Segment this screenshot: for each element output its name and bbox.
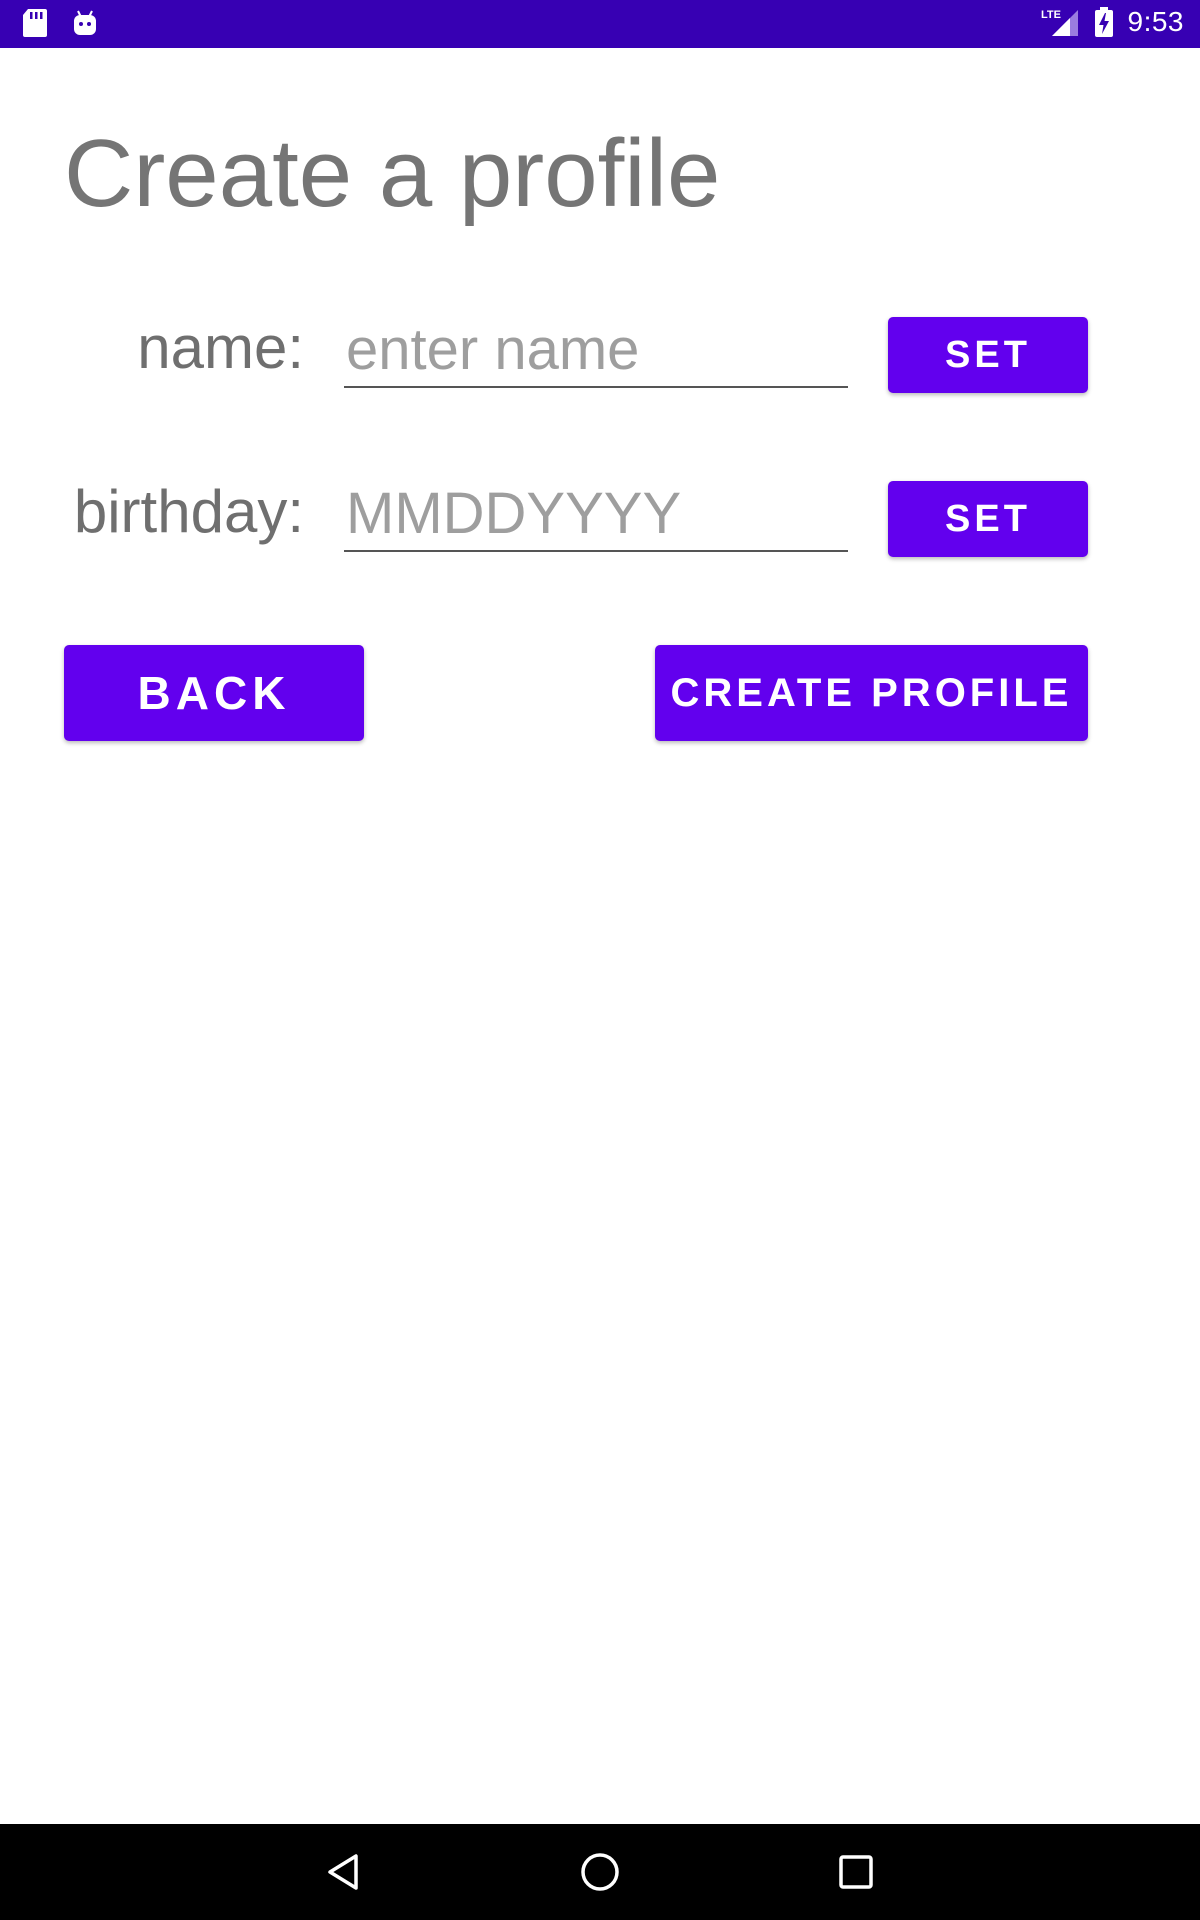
page-title: Create a profile	[64, 120, 721, 227]
name-input[interactable]	[344, 312, 848, 388]
status-bar-system: LTE 9:53	[1040, 6, 1185, 38]
battery-charging-icon	[1094, 6, 1114, 38]
create-profile-button[interactable]: CREATE PROFILE	[655, 645, 1088, 741]
birthday-label: birthday:	[73, 478, 304, 545]
status-bar: LTE 9:53	[0, 0, 1200, 48]
navigation-bar	[0, 1824, 1200, 1920]
status-bar-notifications	[22, 8, 98, 38]
birthday-input[interactable]	[344, 476, 848, 552]
sd-card-icon	[22, 8, 48, 38]
name-label: name:	[137, 314, 304, 381]
set-name-button[interactable]: SET	[888, 317, 1088, 393]
lte-signal-icon: LTE	[1040, 6, 1080, 38]
android-icon	[72, 9, 98, 37]
create-profile-screen: LTE 9:53 Create a profile name: SET birt…	[0, 0, 1200, 1920]
recents-square-icon[interactable]	[832, 1848, 880, 1896]
set-birthday-button[interactable]: SET	[888, 481, 1088, 557]
status-time: 9:53	[1127, 6, 1184, 37]
home-circle-icon[interactable]	[576, 1848, 624, 1896]
back-triangle-icon[interactable]	[320, 1848, 368, 1896]
back-button[interactable]: BACK	[64, 645, 364, 741]
svg-text:LTE: LTE	[1041, 9, 1061, 21]
